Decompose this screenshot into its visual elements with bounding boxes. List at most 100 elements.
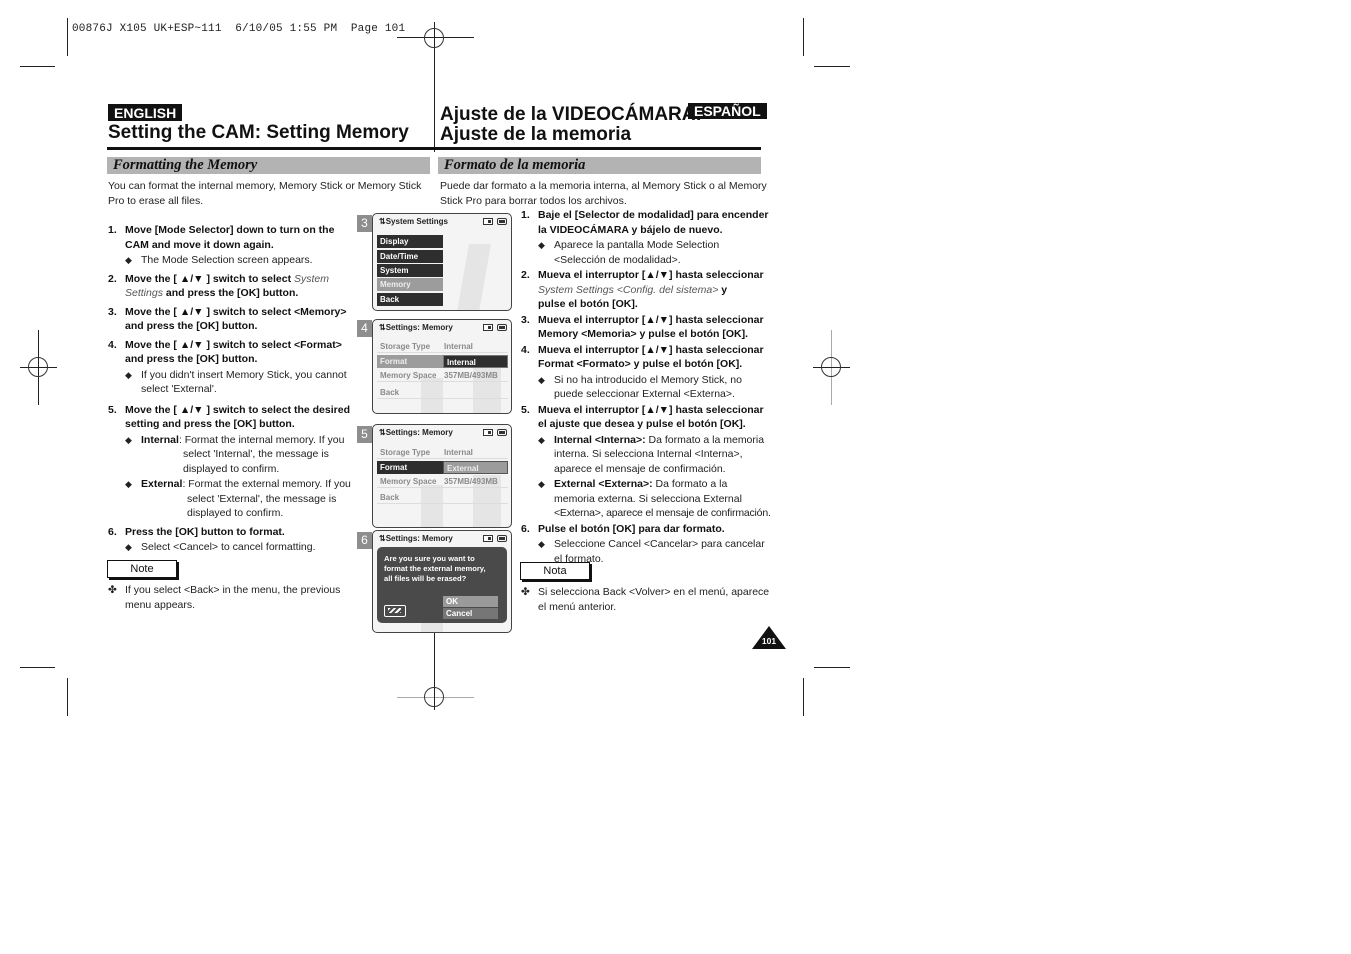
step-text: pulse el botón [OK]. — [538, 298, 638, 310]
row-value: 357MB/493MB — [444, 477, 498, 486]
sub-bullet: ◆ Aparece la pantalla Mode Selection <Sele… — [538, 238, 771, 267]
crop-mark — [803, 18, 804, 56]
step-text: and press the [OK] button. — [162, 287, 299, 299]
paso-2: 2. Mueva el interruptor [▲/▼] hasta sele… — [521, 268, 771, 312]
cancel-button[interactable]: Cancel — [443, 608, 498, 619]
steps-english: 1. Move [Mode Selector] down to turn on … — [108, 223, 358, 559]
settings-icon: ⇅ — [379, 217, 386, 226]
sub-text: The Mode Selection screen appears. — [141, 254, 313, 266]
row-storage-type[interactable]: Storage Type Internal — [377, 340, 508, 353]
spanish-badge-text: ESPAÑOL — [688, 103, 767, 119]
row-key: Memory Space — [380, 477, 437, 486]
screen-header: ⇅Settings: Memory — [373, 320, 511, 336]
row-value-selected[interactable]: Internal — [443, 355, 508, 368]
crop-mark — [814, 667, 850, 668]
step-text: Move the [ ▲/▼ ] switch to select <Forma… — [125, 338, 342, 351]
row-value-selected[interactable]: External — [443, 461, 508, 474]
memory-card-icon — [483, 535, 493, 542]
step-text: and press the [OK] button. — [125, 320, 258, 332]
diamond-bullet-icon: ◆ — [125, 479, 132, 489]
note-line: el menú anterior. — [538, 601, 617, 613]
sub-bullet-external: ◆ External <Externa>: Da formato a la me… — [538, 477, 771, 521]
row-storage-type[interactable]: Storage Type Internal — [377, 446, 508, 459]
screen-number: 6 — [357, 532, 372, 549]
row-format[interactable]: Format Internal — [377, 355, 508, 368]
row-back[interactable]: Back — [377, 491, 508, 504]
step-number: 5. — [108, 403, 117, 416]
step-4: 4. Move the [ ▲/▼ ] switch to select <Fo… — [108, 338, 358, 397]
row-memory-space[interactable]: Memory Space 357MB/493MB — [377, 369, 508, 382]
step-2: 2. Move the [ ▲/▼ ] switch to select Sys… — [108, 272, 358, 301]
section-header-spanish: Formato de la memoria — [438, 157, 761, 174]
step-text: y — [718, 283, 728, 296]
step-text: Mueva el interruptor [▲/▼] hasta selecci… — [538, 403, 764, 416]
row-memory-space[interactable]: Memory Space 357MB/493MB — [377, 475, 508, 488]
screen-header: ⇅Settings: Memory — [373, 425, 511, 441]
sub-text: : Format the external memory. If you — [182, 478, 351, 490]
intro-spanish: Puede dar formato a la memoria interna, … — [440, 179, 767, 209]
center-fold-line — [434, 632, 435, 692]
settings-icon: ⇅ — [379, 323, 386, 332]
menu-item-system[interactable]: System — [377, 264, 443, 277]
note-text-spanish: ✤ Si selecciona Back <Volver> en el menú… — [521, 585, 769, 615]
menu-item-memory[interactable]: Memory — [377, 278, 443, 291]
ok-button[interactable]: OK — [443, 596, 498, 607]
diamond-bullet-icon: ◆ — [125, 434, 132, 445]
battery-icon — [497, 535, 507, 542]
sub-text: interna. Si selecciona Internal <Interna… — [554, 448, 743, 460]
step-text: Format <Formato> y pulse el botón [OK]. — [538, 358, 743, 370]
memory-card-icon — [483, 429, 493, 436]
menu-item-back[interactable]: Back — [377, 293, 443, 306]
sub-bullet: ◆ The Mode Selection screen appears. — [125, 253, 358, 268]
intro-line: You can format the internal memory, Memo… — [108, 180, 422, 192]
step-3: 3. Move the [ ▲/▼ ] switch to select <Me… — [108, 305, 358, 334]
step-text: Pulse el botón [OK] para dar formato. — [538, 522, 725, 535]
step-text-italic: System — [293, 272, 329, 285]
sub-text: memoria externa. Si selecciona External — [554, 492, 742, 505]
step-1: 1. Move [Mode Selector] down to turn on … — [108, 223, 358, 268]
sub-text: : Format the internal memory. If you — [178, 433, 345, 446]
step-number: 1. — [108, 224, 117, 236]
note-label-spanish: Nota — [520, 562, 590, 580]
step-text: Move the [ ▲/▼ ] switch to select the de… — [125, 403, 350, 416]
sub-text: select 'External', the message is — [187, 492, 337, 505]
note-label-english: Note — [107, 560, 177, 578]
step-text: Mueva el interruptor [▲/▼] hasta selecci… — [538, 313, 764, 326]
memory-card-icon — [483, 218, 493, 225]
row-back[interactable]: Back — [377, 386, 508, 399]
step-text: Mueva el interruptor [▲/▼] hasta selecci… — [538, 269, 764, 281]
page-title-english: Setting the CAM: Setting Memory — [108, 122, 409, 143]
step-number: 6. — [108, 525, 117, 538]
cross-bullet-icon: ✤ — [108, 584, 117, 596]
crop-mark — [67, 678, 68, 716]
step-number: 6. — [521, 522, 530, 535]
sub-text: If you didn't insert Memory Stick, you c… — [141, 368, 347, 381]
sub-text: displayed to confirm. — [187, 507, 284, 519]
step-text: CAM and move it down again. — [125, 238, 274, 251]
screen-title: Settings: Memory — [385, 534, 453, 543]
diamond-bullet-icon: ◆ — [538, 240, 545, 250]
screen-title: Settings: Memory — [385, 323, 453, 332]
note-line: menu appears. — [125, 599, 196, 611]
steps-spanish: 1. Baje el [Selector de modalidad] para … — [521, 208, 771, 570]
row-key: Storage Type — [380, 342, 431, 351]
sub-text: Select <Cancel> to cancel formatting. — [141, 541, 316, 553]
sub-bullet-external: ◆ External: Format the external memory. … — [125, 477, 358, 521]
step-text: el ajuste que desea y pulse el botón [OK… — [538, 418, 746, 430]
step-number: 3. — [108, 305, 117, 318]
sub-bullet: ◆ Select <Cancel> to cancel formatting. — [125, 540, 358, 555]
menu-item-date-time[interactable]: Date/Time — [377, 250, 443, 263]
registration-mark — [28, 357, 48, 377]
row-value: Internal — [444, 448, 473, 457]
menu-item-display[interactable]: Display — [377, 235, 443, 248]
sub-text: aparece el mensaje de confirmación. — [554, 462, 726, 475]
step-number: 3. — [521, 313, 530, 326]
paso-4: 4. Mueva el interruptor [▲/▼] hasta sele… — [521, 343, 771, 402]
intro-line: Pro to erase all files. — [108, 195, 204, 207]
section-header-english: Formatting the Memory — [107, 157, 430, 174]
dialog-message: Are you sure you want to format the exte… — [384, 554, 486, 584]
page-number: 101 — [761, 636, 777, 646]
background-decoration — [457, 244, 491, 310]
sub-text: select 'External'. — [141, 383, 217, 395]
row-format[interactable]: Format External — [377, 461, 508, 474]
